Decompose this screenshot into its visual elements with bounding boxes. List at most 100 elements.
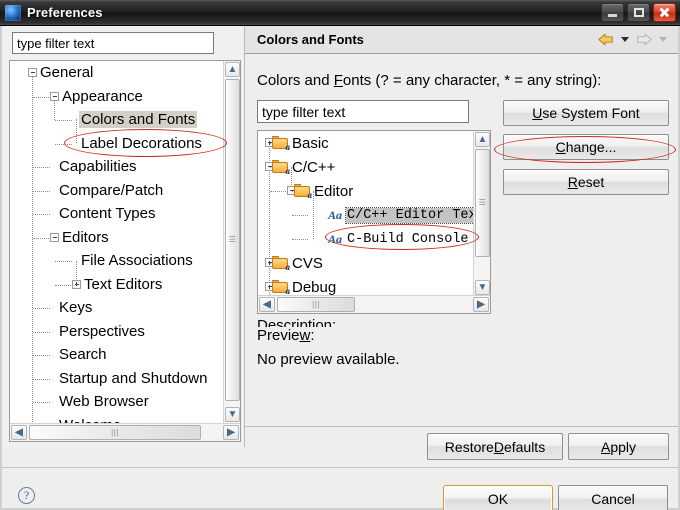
font-tree-item-editor[interactable]: a Editor [258, 179, 473, 203]
tree-item-keys[interactable]: Keys [10, 296, 224, 320]
scroll-right-icon[interactable]: ▶ [223, 425, 239, 440]
cancel-button[interactable]: Cancel [558, 485, 668, 510]
minimize-button[interactable] [601, 3, 624, 22]
tree-item-content-types[interactable]: Content Types [10, 202, 224, 226]
window-title: Preferences [27, 5, 103, 20]
use-system-font-button[interactable]: Use System Font [503, 100, 669, 126]
scroll-right-icon[interactable]: ▶ [473, 297, 489, 312]
back-dropdown-caret[interactable] [621, 37, 629, 42]
tree-guide-line [292, 239, 308, 240]
help-question-icon[interactable]: ? [18, 487, 35, 504]
button-mnemonic: R [567, 174, 578, 190]
preferences-tree[interactable]: General Appearance Colors and Fonts Labe… [9, 60, 241, 442]
button-mnemonic: A [600, 438, 611, 455]
button-label: hange... [565, 139, 617, 155]
label-prefix: Colors and [257, 72, 334, 89]
scroll-left-icon[interactable]: ◀ [11, 425, 27, 440]
back-arrow-icon[interactable] [597, 32, 615, 47]
hscroll-thumb[interactable]: ||| [29, 425, 201, 440]
maximize-button[interactable] [627, 3, 650, 22]
font-tree-item-basic[interactable]: a Basic [258, 131, 473, 155]
preferences-tree-hscrollbar[interactable]: ◀ ||| ▶ [10, 423, 240, 441]
colors-fonts-tree[interactable]: a Basic a C/C++ a Editor Aa C/C++ Editor… [257, 130, 491, 314]
tree-item-label: Capabilities [59, 158, 137, 176]
colors-fonts-tree-hscrollbar[interactable]: ◀ ||| ▶ [258, 295, 490, 313]
button-mnemonic: U [532, 105, 543, 121]
tree-item-capabilities[interactable]: Capabilities [10, 155, 224, 179]
window-controls [601, 3, 676, 22]
hscroll-thumb[interactable]: ||| [277, 297, 355, 312]
panel-separator [245, 426, 678, 427]
tree-toggle-text-editors[interactable] [72, 279, 81, 289]
tree-item-editors[interactable]: Editors [10, 226, 224, 250]
tree-toggle-general[interactable] [28, 68, 37, 77]
tree-item-general[interactable]: General [10, 61, 224, 85]
tree-item-appearance[interactable]: Appearance [10, 85, 224, 109]
tree-toggle-editors[interactable] [50, 232, 59, 242]
page-header: Colors and Fonts [245, 26, 678, 54]
reset-button[interactable]: Reset [503, 169, 669, 195]
tree-item-label: Editors [62, 228, 109, 246]
change-button[interactable]: Change... [503, 134, 669, 160]
font-filter-input[interactable] [257, 100, 469, 123]
tree-item-label: Keys [59, 299, 93, 317]
tree-item-label: Text Editors [84, 275, 163, 293]
tree-guide-line [55, 143, 72, 145]
tree-item-welcome[interactable]: Welcome [10, 414, 224, 423]
tree-guide-line [55, 284, 71, 286]
tree-item-label: File Associations [81, 252, 193, 270]
font-tree-item-label: C/C++ Editor Tex [345, 206, 473, 224]
navigation-controls [597, 32, 670, 47]
font-tree-item-cvs[interactable]: a CVS [258, 251, 473, 275]
aa-icon: Aa [328, 232, 343, 246]
thumb-grip: ||| [111, 427, 119, 437]
vscroll-thumb[interactable]: ☰ [225, 79, 240, 401]
scroll-up-icon[interactable]: ▲ [225, 62, 240, 77]
scroll-down-icon[interactable]: ▼ [475, 280, 490, 295]
button-label: pply [610, 438, 637, 455]
font-tree-item-cpp[interactable]: a C/C++ [258, 155, 473, 179]
button-label-prefix: Restore [444, 438, 494, 455]
maximize-icon [633, 8, 644, 17]
close-button[interactable] [653, 3, 676, 22]
restore-defaults-button[interactable]: Restore Defaults [427, 433, 563, 460]
tree-guide-line [33, 214, 50, 215]
tree-item-label: General [40, 64, 94, 82]
tree-item-compare-patch[interactable]: Compare/Patch [10, 179, 224, 203]
tree-item-perspectives[interactable]: Perspectives [10, 320, 224, 344]
tree-guide-line [33, 355, 50, 356]
ok-button[interactable]: OK [443, 485, 553, 510]
tree-guide-line [33, 237, 49, 239]
scroll-left-icon[interactable]: ◀ [259, 297, 275, 312]
button-label: eset [577, 174, 605, 190]
preview-label: Preview: [257, 327, 315, 344]
tree-guide-line [33, 96, 49, 98]
tree-item-search[interactable]: Search [10, 343, 224, 367]
tree-item-file-associations[interactable]: File Associations [10, 249, 224, 273]
font-tree-item-label: Debug [292, 278, 337, 296]
scroll-down-icon[interactable]: ▼ [225, 407, 240, 422]
forward-arrow-icon [637, 33, 652, 46]
tree-guide-line [33, 378, 50, 380]
tree-item-web-browser[interactable]: Web Browser [10, 390, 224, 414]
font-tree-item-cpp-editor-text[interactable]: Aa C/C++ Editor Tex [258, 203, 473, 227]
tree-item-text-editors[interactable]: Text Editors [10, 273, 224, 297]
font-tree-item-debug[interactable]: a Debug [258, 275, 473, 296]
scroll-up-icon[interactable]: ▲ [475, 132, 490, 147]
label-prefix: Previe [257, 327, 300, 344]
tree-toggle-appearance[interactable] [50, 91, 59, 101]
tree-item-label: Content Types [59, 205, 156, 223]
apply-button[interactable]: Apply [568, 433, 669, 460]
preferences-tree-vscrollbar[interactable]: ▲ ☰ ▼ [223, 61, 240, 423]
tree-item-startup-and-shutdown[interactable]: Startup and Shutdown [10, 367, 224, 391]
colors-fonts-tree-vscrollbar[interactable]: ▲ ☰ ▼ [473, 131, 490, 296]
left-filter-input[interactable] [12, 32, 214, 54]
tree-item-label-decorations[interactable]: Label Decorations [10, 132, 224, 156]
tree-item-label: Search [59, 346, 107, 364]
font-tree-item-cbuild-console-text[interactable]: Aa C-Build Console T [258, 227, 473, 251]
font-filter-label: Colors and Fonts (? = any character, * =… [257, 72, 601, 89]
bottom-separator [2, 467, 678, 468]
dialog-body: General Appearance Colors and Fonts [0, 26, 680, 510]
tree-item-colors-and-fonts[interactable]: Colors and Fonts [10, 108, 224, 132]
vscroll-thumb[interactable]: ☰ [475, 149, 490, 257]
